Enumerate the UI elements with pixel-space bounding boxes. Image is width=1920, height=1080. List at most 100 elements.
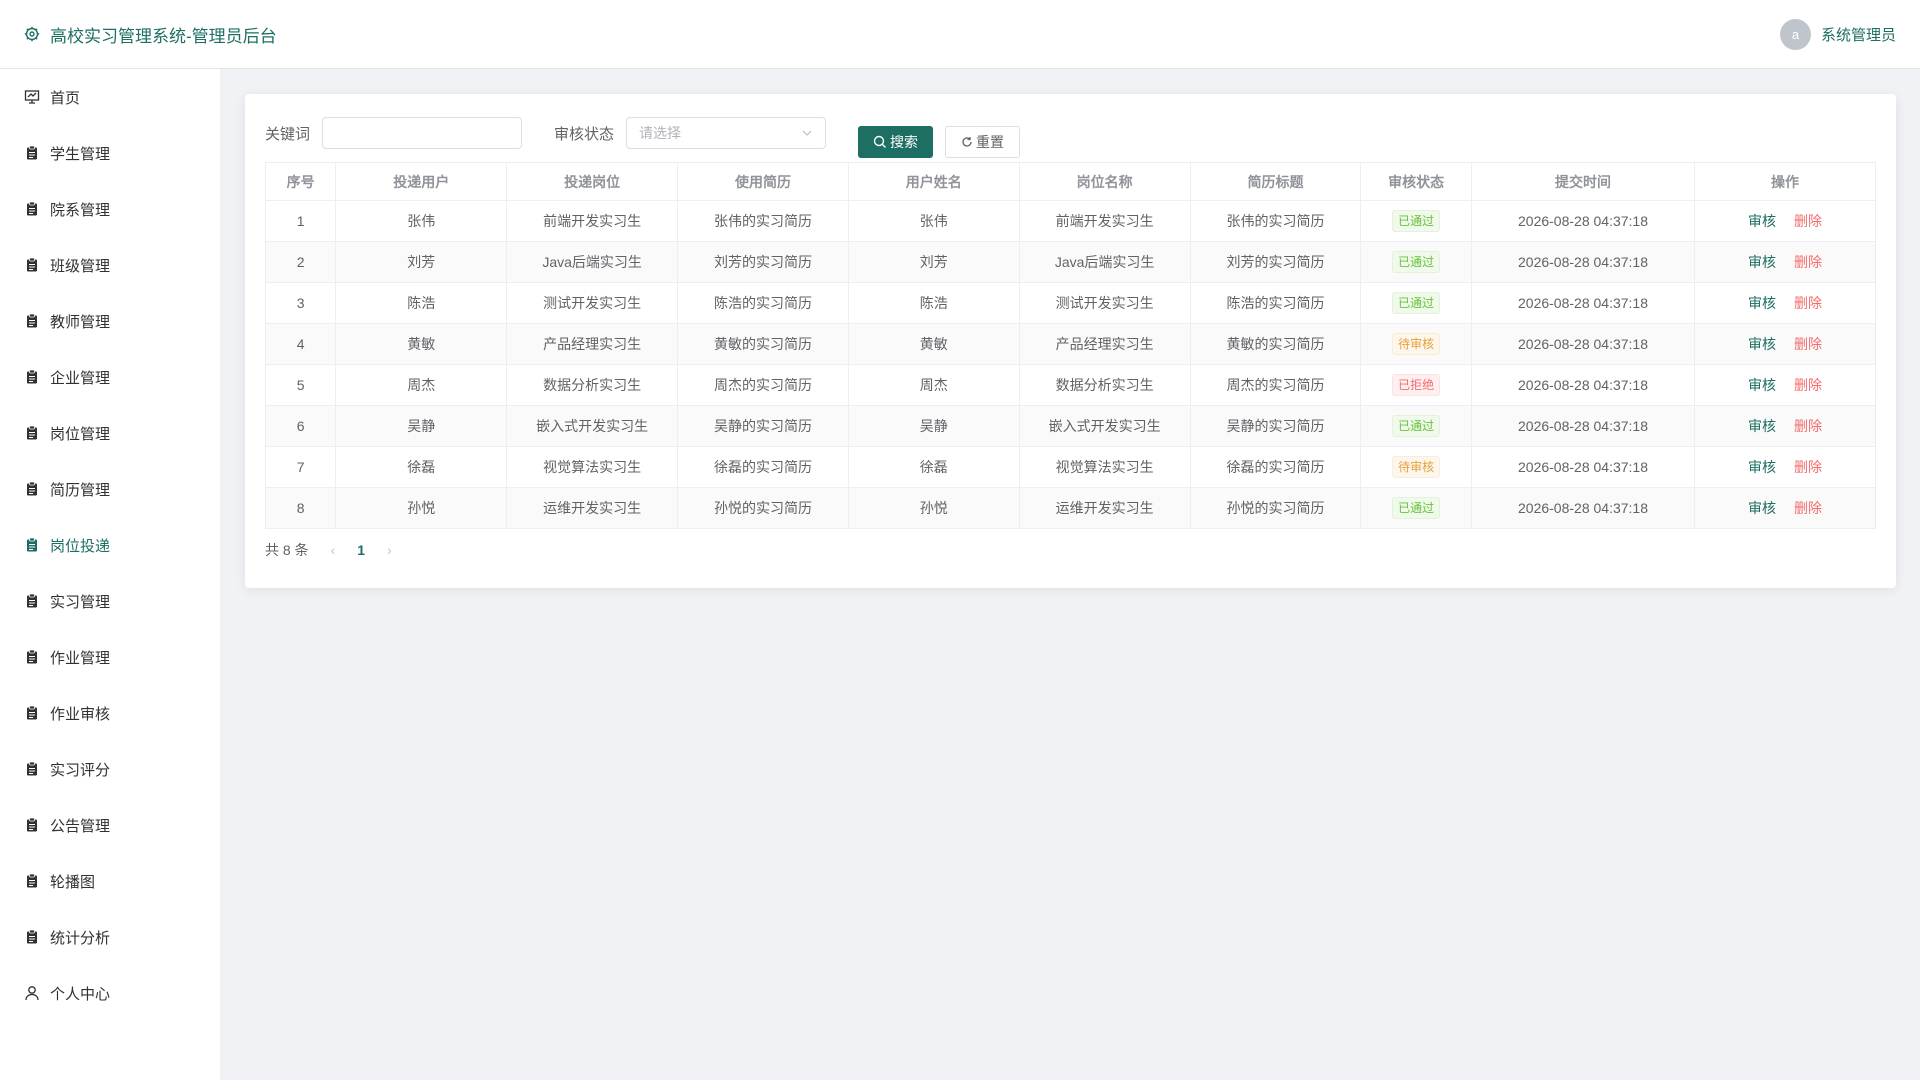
column-header: 简历标题 [1189,162,1362,201]
delete-button[interactable]: 删除 [1794,295,1822,311]
reset-button[interactable]: 重置 [945,126,1021,158]
next-page-icon[interactable]: › [387,542,392,558]
cell-title: 徐磊的实习简历 [1189,446,1362,488]
sidebar-item-11[interactable]: 作业审核 [0,685,220,741]
sidebar-item-4[interactable]: 教师管理 [0,293,220,349]
delete-button[interactable]: 删除 [1794,213,1822,229]
column-header: 投递用户 [335,162,508,201]
clipboard-icon [24,145,40,161]
sidebar-item-16[interactable]: 个人中心 [0,965,220,1021]
sidebar-item-label: 个人中心 [50,985,111,1003]
sidebar-item-5[interactable]: 企业管理 [0,349,220,405]
cell-no: 1 [264,200,337,242]
audit-button[interactable]: 审核 [1748,459,1776,475]
cell-actions: 审核 删除 [1694,282,1876,324]
status-badge: 已通过 [1392,292,1441,314]
cell-title: 陈浩的实习简历 [1189,282,1362,324]
cell-time: 2026-08-28 04:37:18 [1470,446,1696,488]
delete-button[interactable]: 删除 [1794,500,1822,516]
sidebar-item-14[interactable]: 轮播图 [0,853,220,909]
sidebar-item-13[interactable]: 公告管理 [0,797,220,853]
audit-button[interactable]: 审核 [1748,213,1776,229]
keyword-label: 关键词 [265,125,311,143]
refresh-icon [962,137,972,147]
sidebar-item-9[interactable]: 实习管理 [0,573,220,629]
cell-job: Java后端实习生 [506,241,679,283]
cell-title: 周杰的实习简历 [1189,364,1362,406]
main-panel: 关键词 审核状态 请选择 搜索 重置 序号 投递用户 投递岗位 使用简历 用户姓名 岗位名… [245,94,1896,588]
avatar[interactable]: a [1779,18,1811,50]
audit-button[interactable]: 审核 [1748,295,1776,311]
cell-time: 2026-08-28 04:37:18 [1470,405,1696,447]
audit-button[interactable]: 审核 [1748,254,1776,270]
sidebar-item-6[interactable]: 岗位管理 [0,405,220,461]
sidebar-item-15[interactable]: 统计分析 [0,909,220,965]
applications-table: 序号 投递用户 投递岗位 使用简历 用户姓名 岗位名称 简历标题 审核状态 提交时间 操作 1 张伟… [264,162,1876,529]
delete-button[interactable]: 删除 [1794,336,1822,352]
clipboard-icon [24,425,40,441]
audit-button[interactable]: 审核 [1748,500,1776,516]
table-row: 8 孙悦 运维开发实习生 孙悦的实习简历 孙悦 运维开发实习生 孙悦的实习简历 已通过 2026… [264,487,1876,529]
chevron-down-icon [802,130,812,136]
sidebar-item-label: 岗位管理 [50,425,111,443]
cell-user: 陈浩 [335,282,508,324]
user-menu[interactable]: a 系统管理员 [1779,18,1896,50]
sidebar-item-label: 班级管理 [50,257,111,275]
clipboard-icon [24,201,40,217]
audit-button[interactable]: 审核 [1748,418,1776,434]
reset-button-label: 重置 [976,134,1005,150]
table-row: 3 陈浩 测试开发实习生 陈浩的实习简历 陈浩 测试开发实习生 陈浩的实习简历 已通过 2026… [264,282,1876,324]
audit-button[interactable]: 审核 [1748,377,1776,393]
table-row: 7 徐磊 视觉算法实习生 徐磊的实习简历 徐磊 视觉算法实习生 徐磊的实习简历 待审核 2026… [264,446,1876,488]
sidebar-item-label: 公告管理 [50,817,111,835]
cell-status: 已通过 [1360,241,1472,283]
prev-page-icon[interactable]: ‹ [331,542,336,558]
delete-button[interactable]: 删除 [1794,377,1822,393]
sidebar-item-0[interactable]: 首页 [0,69,220,125]
column-header: 审核状态 [1360,162,1472,201]
cell-position: 视觉算法实习生 [1018,446,1191,488]
cell-resume: 陈浩的实习简历 [677,282,849,324]
cell-actions: 审核 删除 [1694,405,1876,447]
cell-name: 黄敏 [847,323,1020,365]
audit-button[interactable]: 审核 [1748,336,1776,352]
sidebar-item-label: 院系管理 [50,201,111,219]
sidebar-item-3[interactable]: 班级管理 [0,237,220,293]
cell-actions: 审核 删除 [1694,364,1876,406]
search-button[interactable]: 搜索 [858,126,934,158]
sidebar-item-2[interactable]: 院系管理 [0,181,220,237]
cell-user: 吴静 [335,405,508,447]
sidebar-item-12[interactable]: 实习评分 [0,741,220,797]
cell-resume: 徐磊的实习简历 [677,446,849,488]
column-header: 岗位名称 [1018,162,1191,201]
table-row: 1 张伟 前端开发实习生 张伟的实习简历 张伟 前端开发实习生 张伟的实习简历 已通过 2026… [264,200,1876,242]
sidebar-item-8[interactable]: 岗位投递 [0,517,220,573]
total-count: 共 8 条 [265,542,309,558]
sidebar-item-7[interactable]: 简历管理 [0,461,220,517]
cell-title: 刘芳的实习简历 [1189,241,1362,283]
page-number[interactable]: 1 [357,542,365,558]
keyword-input[interactable] [322,117,523,149]
sidebar-item-label: 实习评分 [50,761,111,779]
table-row: 5 周杰 数据分析实习生 周杰的实习简历 周杰 数据分析实习生 周杰的实习简历 已拒绝 2026… [264,364,1876,406]
sidebar-item-label: 统计分析 [50,929,111,947]
delete-button[interactable]: 删除 [1794,459,1822,475]
sidebar-item-10[interactable]: 作业管理 [0,629,220,685]
cell-title: 吴静的实习简历 [1189,405,1362,447]
cell-name: 陈浩 [847,282,1020,324]
sidebar-item-1[interactable]: 学生管理 [0,125,220,181]
status-badge: 已通过 [1392,497,1441,519]
column-header: 提交时间 [1470,162,1696,201]
column-header: 使用简历 [677,162,849,201]
delete-button[interactable]: 删除 [1794,254,1822,270]
cell-status: 待审核 [1360,323,1472,365]
status-select[interactable]: 请选择 [626,117,827,149]
clipboard-icon [24,761,40,777]
cell-job: 测试开发实习生 [506,282,679,324]
top-header: 高校实习管理系统-管理员后台 a 系统管理员 [0,0,1920,69]
clipboard-icon [24,369,40,385]
delete-button[interactable]: 删除 [1794,418,1822,434]
column-header: 投递岗位 [506,162,679,201]
cell-status: 已通过 [1360,282,1472,324]
username[interactable]: 系统管理员 [1821,24,1896,45]
